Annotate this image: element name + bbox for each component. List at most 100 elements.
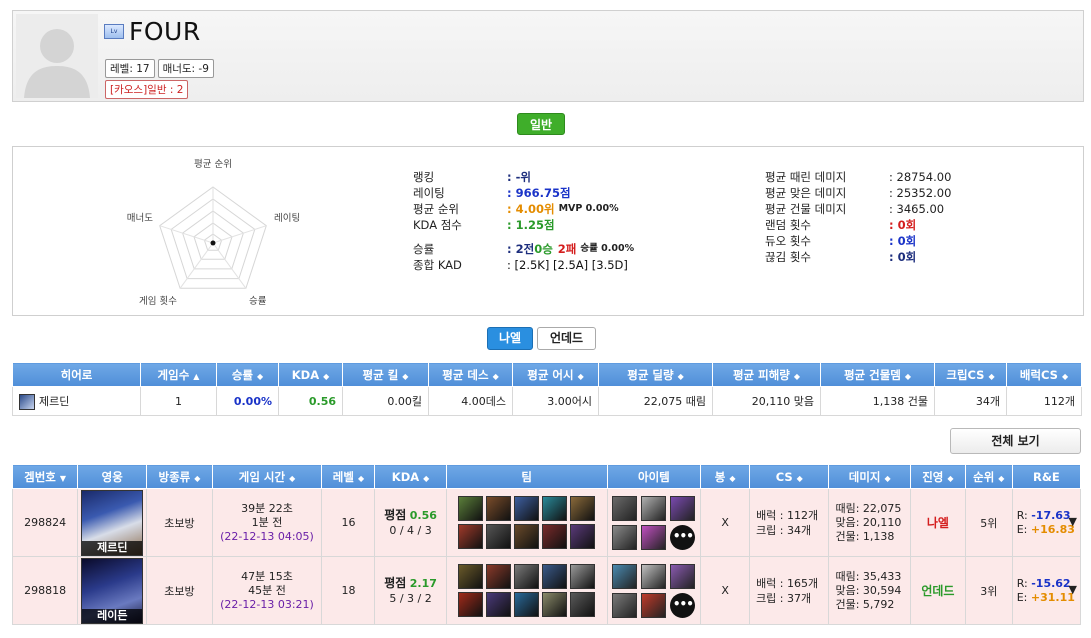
games-count: 1 xyxy=(140,386,217,416)
team-hero-icon[interactable] xyxy=(458,564,484,589)
col-kda[interactable]: KDA ◆ xyxy=(278,362,343,387)
rank-value: 5위 xyxy=(964,488,1013,557)
team-hero-icon[interactable] xyxy=(486,496,512,521)
col-room[interactable]: 방종류 ◆ xyxy=(146,464,213,489)
col-hero[interactable]: 히어로 xyxy=(12,362,141,387)
item-icon[interactable] xyxy=(612,524,638,550)
item-icon[interactable] xyxy=(641,495,667,521)
col-game-id[interactable]: 겜번호 ▼ xyxy=(11,464,79,489)
game-id[interactable]: 298824 xyxy=(11,488,79,557)
kda-score: 0.56 xyxy=(409,508,437,522)
item-icon[interactable] xyxy=(670,495,696,521)
sort-icon: ◆ xyxy=(257,371,264,381)
avg-taken-value: 20,110 맞음 xyxy=(712,386,821,416)
col-kda[interactable]: KDA ◆ xyxy=(374,464,447,489)
hero-level: 18 xyxy=(321,556,376,625)
sort-icon: ◆ xyxy=(677,371,684,381)
hero-name: 제르딘 xyxy=(39,394,70,408)
expand-row-icon[interactable]: ▼ xyxy=(1069,515,1077,529)
team-hero-icon[interactable] xyxy=(458,496,484,521)
col-avg-kill[interactable]: 평균 킬 ◆ xyxy=(342,362,429,387)
table-row[interactable]: 제르딘 1 0.00% 0.56 0.00킬 4.00데스 3.00어시 22,… xyxy=(12,386,1082,416)
dmg-building: 건물: 1,138 xyxy=(835,529,895,543)
tab-nightelf[interactable]: 나엘 xyxy=(487,327,533,350)
view-all-button[interactable]: 전체 보기 xyxy=(950,428,1081,454)
col-creep-cs[interactable]: 크립CS ◆ xyxy=(934,362,1007,387)
avg-assist-value: 3.00어시 xyxy=(512,386,599,416)
sort-icon: ◆ xyxy=(323,371,330,381)
team-hero-icon[interactable] xyxy=(458,592,484,617)
game-row[interactable]: 298824 제르딘 초보방 39분 22초 1분 전 (22-12-13 04… xyxy=(11,488,1082,557)
team-hero-icon[interactable] xyxy=(570,592,596,617)
col-re: R&E xyxy=(1011,464,1082,489)
team-hero-icon[interactable] xyxy=(514,592,540,617)
item-icon[interactable] xyxy=(612,495,638,521)
col-avg-assist[interactable]: 평균 어시 ◆ xyxy=(512,362,599,387)
col-bong[interactable]: 봉 ◆ xyxy=(700,464,751,489)
item-icon[interactable] xyxy=(641,524,667,550)
avatar xyxy=(16,14,98,98)
col-cs[interactable]: CS ◆ xyxy=(749,464,830,489)
team-hero-icon[interactable] xyxy=(514,496,540,521)
team-hero-icon[interactable] xyxy=(542,564,568,589)
col-level[interactable]: 레벨 ◆ xyxy=(321,464,376,489)
col-avg-death[interactable]: 평균 데스 ◆ xyxy=(428,362,513,387)
col-avg-building[interactable]: 평균 건물뎀 ◆ xyxy=(820,362,935,387)
hero-portrait[interactable]: 제르딘 xyxy=(81,489,144,556)
team-hero-icon[interactable] xyxy=(542,592,568,617)
kda-score: 2.17 xyxy=(409,576,437,590)
hero-portrait[interactable]: 레이든 xyxy=(81,557,144,624)
sort-icon: ◆ xyxy=(904,371,912,381)
item-icon[interactable] xyxy=(670,563,696,589)
mode-normal-button[interactable]: 일반 xyxy=(517,113,565,135)
team-hero-icon[interactable] xyxy=(542,524,568,549)
team-hero-icon[interactable] xyxy=(514,564,540,589)
team-hero-icon[interactable] xyxy=(570,564,596,589)
r-label: R: xyxy=(1016,576,1028,590)
team-hero-icon[interactable] xyxy=(514,524,540,549)
more-items-icon[interactable]: ••• xyxy=(670,592,696,618)
sort-icon: ◆ xyxy=(884,473,891,483)
game-id[interactable]: 298818 xyxy=(11,556,79,625)
item-icon[interactable] xyxy=(612,592,638,618)
team-hero-icon[interactable] xyxy=(570,496,596,521)
chaos-chip[interactable]: [카오스]일반 : 2 xyxy=(105,80,189,99)
sort-icon: ◆ xyxy=(402,371,409,381)
team-hero-icon[interactable] xyxy=(570,524,596,549)
col-barrack-cs[interactable]: 배럭CS ◆ xyxy=(1006,362,1082,387)
team-hero-icon[interactable] xyxy=(458,524,484,549)
col-damage[interactable]: 데미지 ◆ xyxy=(828,464,911,489)
col-faction[interactable]: 진영 ◆ xyxy=(909,464,966,489)
stats-left: 랭킹: -위 레이팅: 966.75점 평균 순위: 4.00위 MVP 0.00… xyxy=(413,170,635,272)
r-value: -15.62 xyxy=(1031,576,1071,590)
sort-icon: ◆ xyxy=(796,473,803,483)
item-icon[interactable] xyxy=(612,563,638,589)
bong-value: X xyxy=(700,556,751,625)
profile-card: Lv FOUR 레벨: 17 매너도: -9 [카오스]일반 : 2 xyxy=(12,10,1084,102)
item-icon[interactable] xyxy=(641,563,667,589)
team-hero-icon[interactable] xyxy=(486,524,512,549)
faction-value: 언데드 xyxy=(909,556,966,625)
col-winrate[interactable]: 승률 ◆ xyxy=(216,362,279,387)
item-icon[interactable] xyxy=(641,592,667,618)
r-value: -17.63 xyxy=(1031,508,1071,522)
expand-row-icon[interactable]: ▼ xyxy=(1069,583,1077,597)
col-avg-deal[interactable]: 평균 딜량 ◆ xyxy=(598,362,713,387)
more-items-icon[interactable]: ••• xyxy=(670,524,696,550)
lv-badge-icon: Lv xyxy=(104,24,124,39)
team-hero-icon[interactable] xyxy=(486,592,512,617)
col-games[interactable]: 게임수 ▲︎ xyxy=(140,362,217,387)
faction-value: 나엘 xyxy=(909,488,966,557)
col-rank[interactable]: 순위 ◆ xyxy=(964,464,1013,489)
dmg-deal: 때림: 35,433 xyxy=(835,569,902,583)
col-avg-taken[interactable]: 평균 피해량 ◆ xyxy=(712,362,821,387)
item-icons: ••• xyxy=(608,563,701,618)
r-label: R: xyxy=(1016,508,1028,522)
team-hero-icon[interactable] xyxy=(486,564,512,589)
tab-undead[interactable]: 언데드 xyxy=(537,327,596,350)
team-hero-icon[interactable] xyxy=(542,496,568,521)
radar-label-games: 게임 횟수 xyxy=(139,295,177,305)
game-row[interactable]: 298818 레이든 초보방 47분 15초 45분 전 (22-12-13 0… xyxy=(11,556,1082,625)
kda-detail: 5 / 3 / 2 xyxy=(389,591,432,605)
col-duration[interactable]: 게임 시간 ◆ xyxy=(211,464,323,489)
